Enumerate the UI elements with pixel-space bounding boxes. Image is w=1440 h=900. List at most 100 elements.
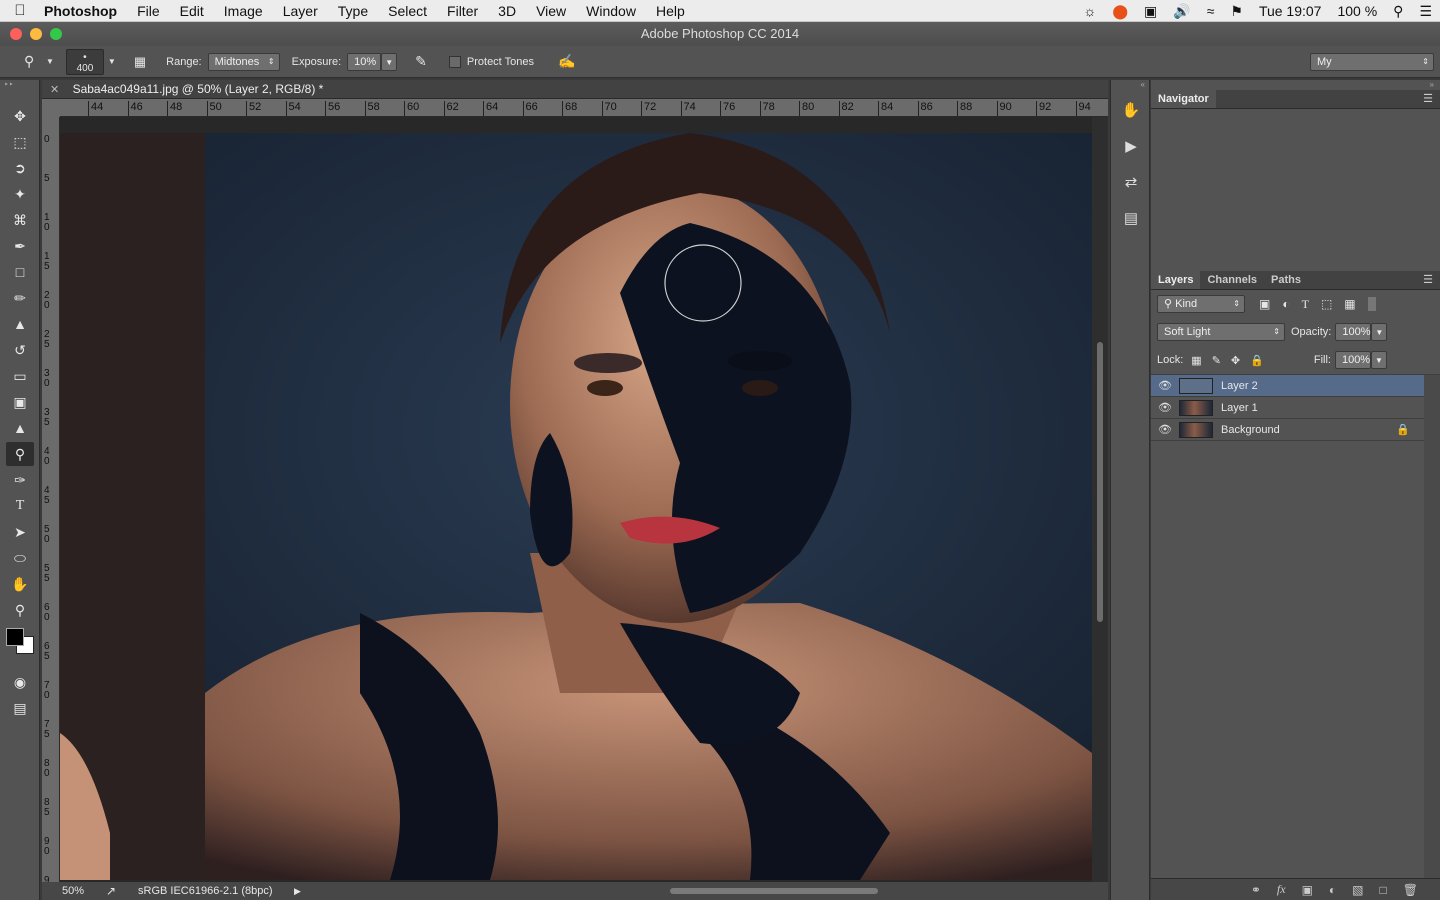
collapse-arrows-icon[interactable]: « <box>1111 80 1149 90</box>
brush-picker-arrow[interactable]: ▼ <box>108 57 116 66</box>
exposure-input[interactable]: 10% <box>347 52 382 71</box>
hand-icon[interactable]: ✋ <box>6 572 34 596</box>
exposure-slider-button[interactable]: ▼ <box>381 52 398 71</box>
filter-shape-icon[interactable]: ⬚ <box>1321 297 1332 311</box>
new-layer-icon[interactable]: □ <box>1372 883 1395 897</box>
lock-all-icon[interactable]: 🔒 <box>1250 354 1264 367</box>
magic-wand-icon[interactable]: ✦ <box>6 182 34 206</box>
share-icon[interactable]: ↗ <box>106 882 116 900</box>
zoom-icon[interactable]: ⚲ <box>6 598 34 622</box>
brush-panel-icon[interactable]: ▦ <box>134 54 146 70</box>
filter-adjustment-icon[interactable]: ◐ <box>1282 297 1289 311</box>
protect-tones-label[interactable]: Protect Tones <box>467 56 534 68</box>
screen-mode-icon[interactable]: ▤ <box>6 696 34 720</box>
panel-menu-icon[interactable]: ☰ <box>1416 271 1440 289</box>
eye-icon[interactable]: 👁 <box>1151 379 1179 392</box>
status-menu-arrow[interactable]: ▶ <box>294 882 301 900</box>
vertical-scrollbar[interactable] <box>1092 117 1108 882</box>
vertical-scroll-thumb[interactable] <box>1097 342 1103 622</box>
opacity-slider-button[interactable]: ▼ <box>1371 323 1388 341</box>
marquee-icon[interactable]: ⬚ <box>6 130 34 154</box>
close-icon[interactable]: ✕ <box>50 84 59 96</box>
menu-3d[interactable]: 3D <box>488 3 526 19</box>
spotlight-icon[interactable]: ⚲ <box>1385 3 1411 20</box>
lock-transparent-icon[interactable]: ▦ <box>1191 354 1201 367</box>
menu-view[interactable]: View <box>526 3 576 19</box>
eye-icon[interactable]: 👁 <box>1151 423 1179 436</box>
image-canvas[interactable] <box>60 133 1092 880</box>
new-adjustment-icon[interactable]: ◐ <box>1321 883 1344 897</box>
panel-menu-icon[interactable]: ☰ <box>1416 90 1440 108</box>
menu-layer[interactable]: Layer <box>273 3 328 19</box>
preset-dropdown-arrow[interactable]: ▼ <box>46 57 54 66</box>
brightness-icon[interactable]: ☼ <box>1076 3 1105 19</box>
menu-file[interactable]: File <box>127 3 170 19</box>
vertical-ruler[interactable]: 0 5 10 15 20 25 30 35 40 45 50 55 60 65 70 75 80 85 90 9 <box>42 117 60 882</box>
layer-row-background[interactable]: 👁 Background 🔒 <box>1151 419 1424 441</box>
notification-center-icon[interactable]: ☰ <box>1411 3 1440 20</box>
quick-mask-icon[interactable]: ◉ <box>6 670 34 694</box>
move-icon[interactable]: ✥ <box>6 104 34 128</box>
ellipse-icon[interactable]: ⬭ <box>6 546 34 570</box>
document-tab[interactable]: ✕ Saba4ac049a11.jpg @ 50% (Layer 2, RGB/… <box>42 80 1108 99</box>
actions-play-icon[interactable]: ▶ <box>1116 132 1146 162</box>
type-icon[interactable]: T <box>6 494 34 518</box>
add-mask-icon[interactable]: ▣ <box>1294 883 1321 897</box>
menu-type[interactable]: Type <box>328 3 378 19</box>
zoom-level[interactable]: 50% <box>62 882 84 900</box>
fill-input[interactable]: 100% <box>1334 351 1371 369</box>
trash-icon[interactable]: 🗑 <box>1395 883 1426 897</box>
menu-select[interactable]: Select <box>378 3 437 19</box>
wifi-icon[interactable]: ≈ <box>1199 3 1223 19</box>
eye-icon[interactable]: 👁 <box>1151 401 1179 414</box>
flag-icon[interactable]: ⚑ <box>1222 3 1251 20</box>
ruler-origin[interactable] <box>42 99 60 117</box>
lock-position-icon[interactable]: ✥ <box>1231 354 1240 367</box>
horizontal-ruler[interactable]: 44 46 48 50 52 54 56 58 60 62 64 66 68 70 72 74 76 78 80 82… <box>60 99 1108 117</box>
tab-layers[interactable]: Layers <box>1151 271 1201 289</box>
lock-pixels-icon[interactable]: ✎ <box>1212 354 1221 367</box>
blend-mode-select[interactable]: Soft Light ⇕ <box>1157 323 1285 341</box>
fill-slider-button[interactable]: ▼ <box>1370 351 1387 369</box>
apple-menu[interactable]:  <box>0 2 40 19</box>
menu-help[interactable]: Help <box>646 3 695 19</box>
link-layers-icon[interactable]: ⚭ <box>1243 883 1269 897</box>
filter-toggle[interactable] <box>1367 297 1376 311</box>
clock[interactable]: Tue 19:07 <box>1251 3 1330 19</box>
healing-icon[interactable]: □ <box>6 260 34 284</box>
stamp-icon[interactable]: ▲ <box>6 312 34 336</box>
filter-smart-object-icon[interactable]: ▦ <box>1344 297 1355 311</box>
menu-window[interactable]: Window <box>576 3 646 19</box>
battery-percentage[interactable]: 100 % <box>1329 3 1385 19</box>
collapse-arrows-icon[interactable]: ‣‣ <box>0 80 39 102</box>
menu-edit[interactable]: Edit <box>170 3 214 19</box>
adjustments-icon[interactable]: ⇄ <box>1116 168 1146 198</box>
tab-navigator[interactable]: Navigator <box>1151 90 1216 108</box>
volume-icon[interactable]: 🔊 <box>1165 3 1198 20</box>
foreground-color-swatch[interactable] <box>6 628 24 646</box>
app-menu[interactable]: Photoshop <box>40 3 127 19</box>
opacity-input[interactable]: 100% <box>1335 323 1372 341</box>
properties-icon[interactable]: ▤ <box>1116 204 1146 234</box>
blur-icon[interactable]: ▲ <box>6 416 34 440</box>
filter-pixel-icon[interactable]: ▣ <box>1259 297 1270 311</box>
gradient-icon[interactable]: ▣ <box>6 390 34 414</box>
pen-icon[interactable]: ✑ <box>6 468 34 492</box>
brush-size-picker[interactable]: • 400 <box>65 48 104 75</box>
layer-row-layer-2[interactable]: 👁 Layer 2 <box>1151 375 1424 397</box>
app-status-icon[interactable]: ▣ <box>1136 3 1165 20</box>
pressure-size-icon[interactable]: ✍ <box>558 53 575 70</box>
menu-image[interactable]: Image <box>214 3 273 19</box>
workspace-select[interactable]: My ⇕ <box>1310 53 1434 71</box>
zoom-window-button[interactable] <box>50 28 62 40</box>
crop-icon[interactable]: ⌘ <box>6 208 34 232</box>
filter-type-icon[interactable]: T <box>1302 297 1309 312</box>
eyedropper-icon[interactable]: ✒ <box>6 234 34 258</box>
expand-arrows-icon[interactable]: » <box>1151 80 1440 90</box>
new-group-icon[interactable]: ▧ <box>1344 883 1371 897</box>
dodge-icon[interactable]: ⚲ <box>6 442 34 466</box>
history-brush-icon[interactable]: ↺ <box>6 338 34 362</box>
brush-icon[interactable]: ✏ <box>6 286 34 310</box>
menu-filter[interactable]: Filter <box>437 3 488 19</box>
path-select-icon[interactable]: ➤ <box>6 520 34 544</box>
